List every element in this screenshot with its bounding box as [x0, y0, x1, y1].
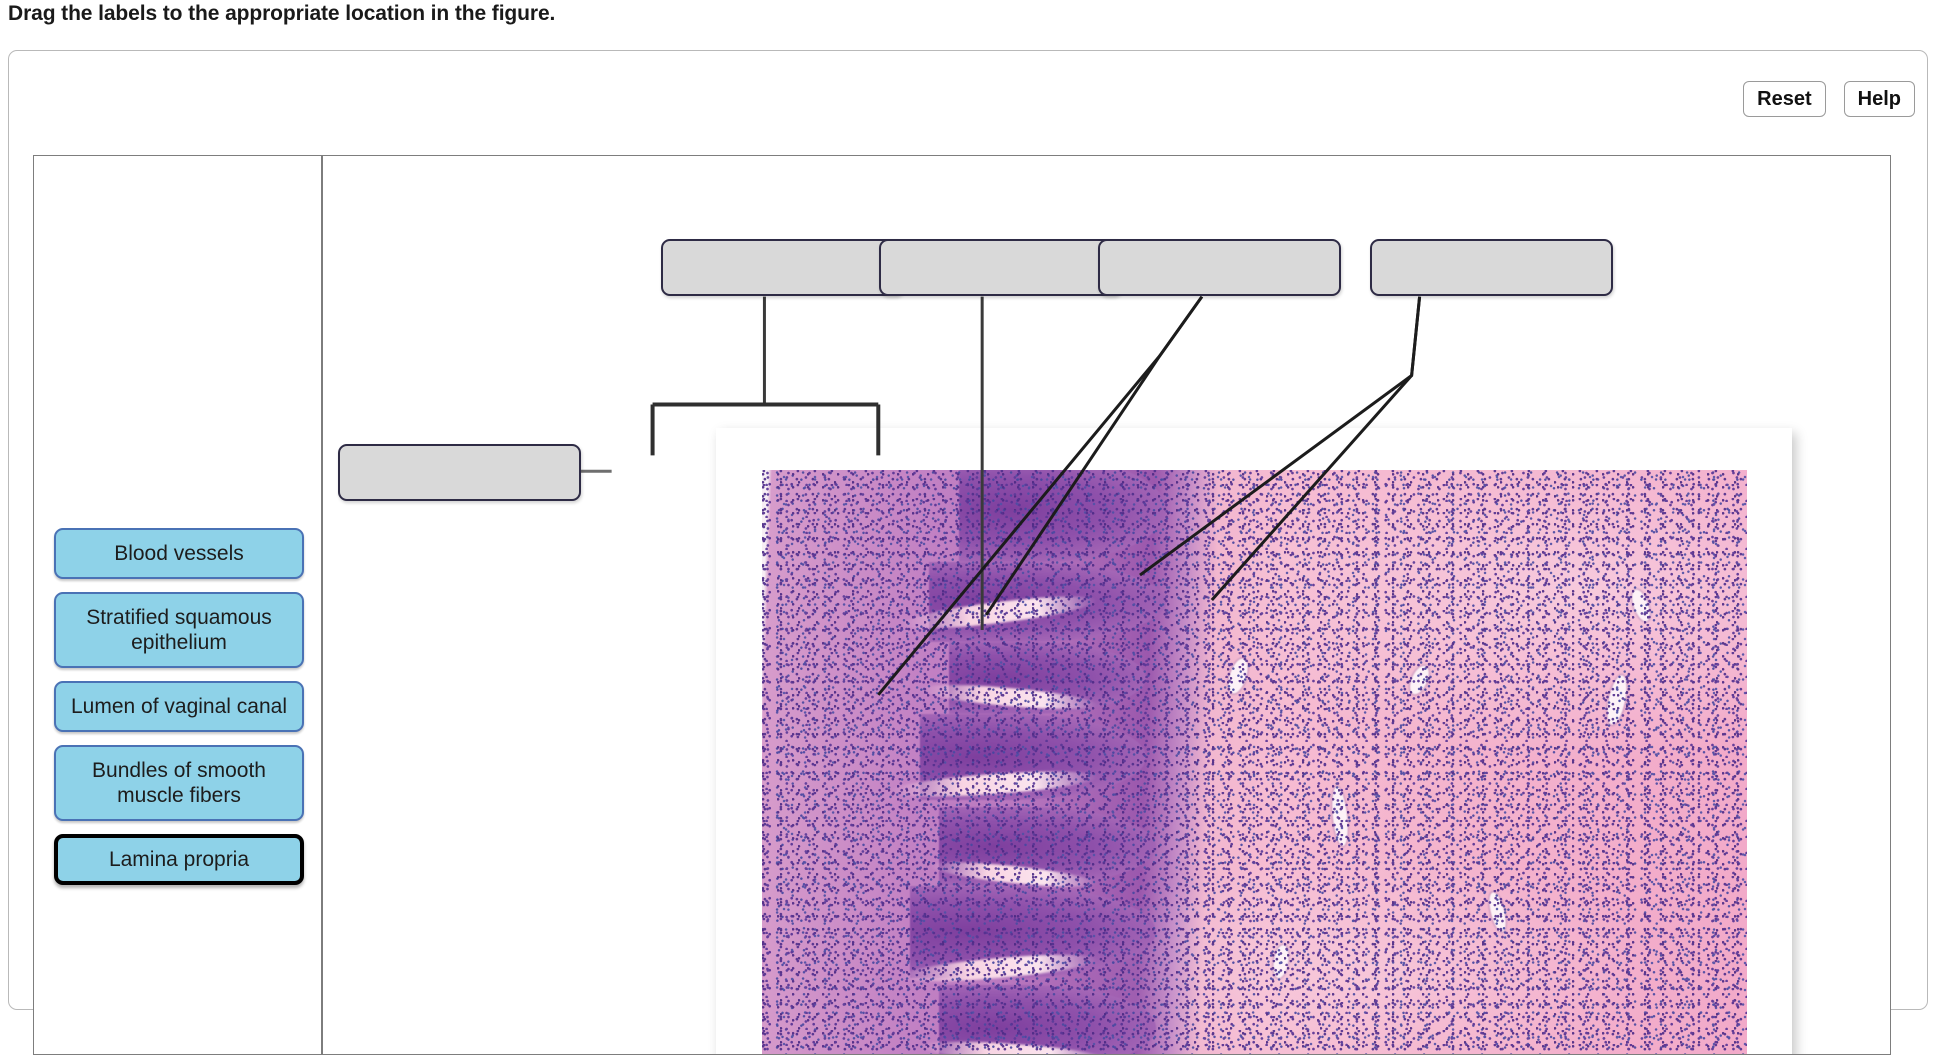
list-item[interactable]: Lumen of vaginal canal — [54, 681, 304, 732]
drop-target-3[interactable] — [1098, 239, 1341, 296]
label-chip-text: Lamina propria — [108, 848, 250, 871]
drop-target-2[interactable] — [879, 239, 1122, 296]
label-chip-text: Bundles of smooth muscle fibers — [92, 759, 266, 807]
histology-micrograph-image — [762, 470, 1747, 1054]
help-button[interactable]: Help — [1843, 81, 1915, 117]
list-item[interactable]: Stratified squamous epithelium — [54, 592, 304, 668]
list-item[interactable]: Blood vessels — [54, 528, 304, 579]
micrograph-card — [716, 428, 1792, 1054]
label-chip-text: Lumen of vaginal canal — [71, 695, 287, 718]
exercise-panel: Reset Help Blood vessels Stratified squa… — [8, 50, 1928, 1055]
label-chip-text: Stratified squamous epithelium — [86, 606, 272, 654]
label-chip-text: Blood vessels — [114, 542, 244, 565]
page-title: Drag the labels to the appropriate locat… — [8, 2, 556, 25]
drop-target-5[interactable] — [338, 444, 581, 501]
nuclei-texture-layer — [762, 470, 1747, 1054]
label-bank: Blood vessels Stratified squamous epithe… — [34, 156, 323, 1054]
figure-stage — [323, 156, 1890, 1054]
drop-target-4[interactable] — [1370, 239, 1613, 296]
list-item[interactable]: Bundles of smooth muscle fibers — [54, 745, 304, 821]
list-item-selected[interactable]: Lamina propria — [54, 834, 304, 885]
figure-work-area: Blood vessels Stratified squamous epithe… — [33, 155, 1891, 1055]
drop-target-1[interactable] — [661, 239, 904, 296]
toolbar: Reset Help — [1743, 81, 1915, 117]
reset-button[interactable]: Reset — [1743, 81, 1826, 117]
